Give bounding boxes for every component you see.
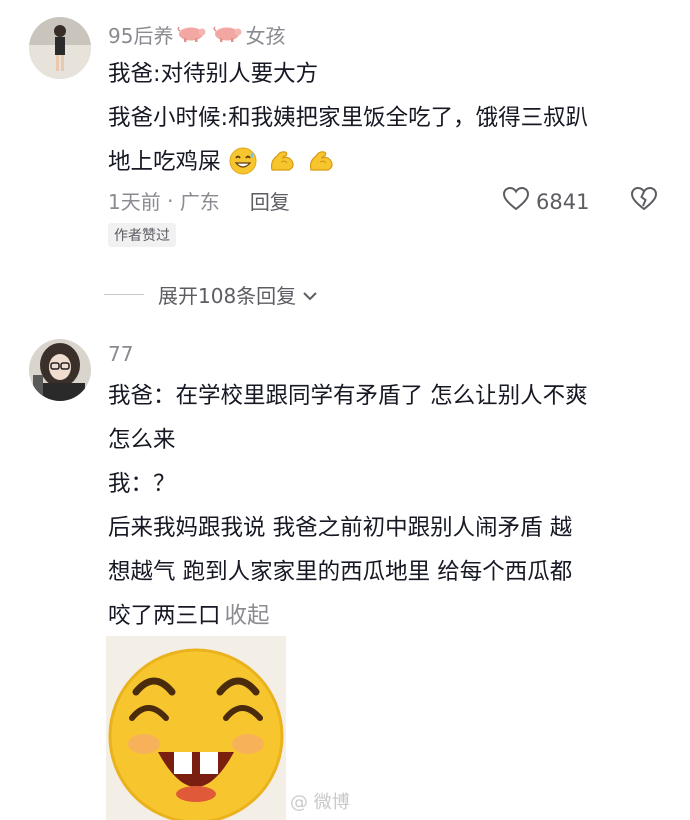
username-text: 77 <box>108 342 134 366</box>
comment-line: 咬了两三口 收起 <box>108 594 668 638</box>
like-count: 6841 <box>536 189 590 214</box>
comment-line: 怎么来 <box>108 427 176 453</box>
comment-line: 地上吃鸡屎 <box>108 140 668 191</box>
expand-replies-label: 展开108条回复 <box>158 284 297 308</box>
avatar[interactable] <box>29 17 91 79</box>
comment-line-text: 咬了两三口 <box>108 603 221 629</box>
comment-line-text: 地上吃鸡屎 <box>108 149 221 175</box>
comment-meta: 1天前 · 广东 回复 <box>108 186 290 215</box>
heart-icon <box>502 186 530 217</box>
dislike-button[interactable] <box>630 186 658 216</box>
comment-location: 广东 <box>179 190 220 214</box>
username-suffix: 女孩 <box>245 24 286 48</box>
avatar[interactable] <box>29 339 91 401</box>
flexed-biceps-icon <box>306 146 336 191</box>
like-button[interactable]: 6841 <box>502 186 589 217</box>
divider <box>104 294 144 295</box>
meta-separator: · <box>160 188 180 213</box>
comment-line: 我爸小时候:和我姨把家里饭全吃了，饿得三叔趴 <box>108 105 589 131</box>
comment-line: 我爸:对待别人要大方 <box>108 61 319 87</box>
pig-icon <box>212 23 242 47</box>
comment-line: 我爸：在学校里跟同学有矛盾了 怎么让别人不爽 <box>108 383 588 409</box>
comment-username[interactable]: 77 <box>108 342 133 366</box>
comment-text: 我爸:对待别人要大方 我爸小时候:和我姨把家里饭全吃了，饿得三叔趴 地上吃鸡屎 <box>108 52 668 191</box>
watermark: @ 微博 <box>290 792 350 813</box>
username-text: 95后养 <box>108 24 174 48</box>
comment-text: 我爸：在学校里跟同学有矛盾了 怎么让别人不爽 怎么来 我：？ 后来我妈跟我说 我… <box>108 374 668 638</box>
flexed-biceps-icon <box>267 146 297 191</box>
comment-line: 我：？ <box>108 471 176 497</box>
comment-line: 后来我妈跟我说 我爸之前初中跟别人闹矛盾 越 <box>108 515 573 541</box>
grin-sweat-emoji-icon <box>228 146 258 191</box>
laughing-face-sticker[interactable] <box>106 636 286 820</box>
author-liked-badge: 作者赞过 <box>108 223 176 247</box>
pig-icon <box>176 23 206 47</box>
comment-username[interactable]: 95后养 女孩 <box>108 20 285 49</box>
comment-line: 想越气 跑到人家家里的西瓜地里 给每个西瓜都 <box>108 559 573 585</box>
chevron-down-icon <box>302 283 318 307</box>
reply-button[interactable]: 回复 <box>250 186 290 215</box>
collapse-button[interactable]: 收起 <box>225 603 270 629</box>
broken-heart-icon <box>630 186 658 216</box>
expand-replies-button[interactable]: 展开108条回复 <box>104 280 318 309</box>
comment-time: 1天前 <box>108 190 161 214</box>
